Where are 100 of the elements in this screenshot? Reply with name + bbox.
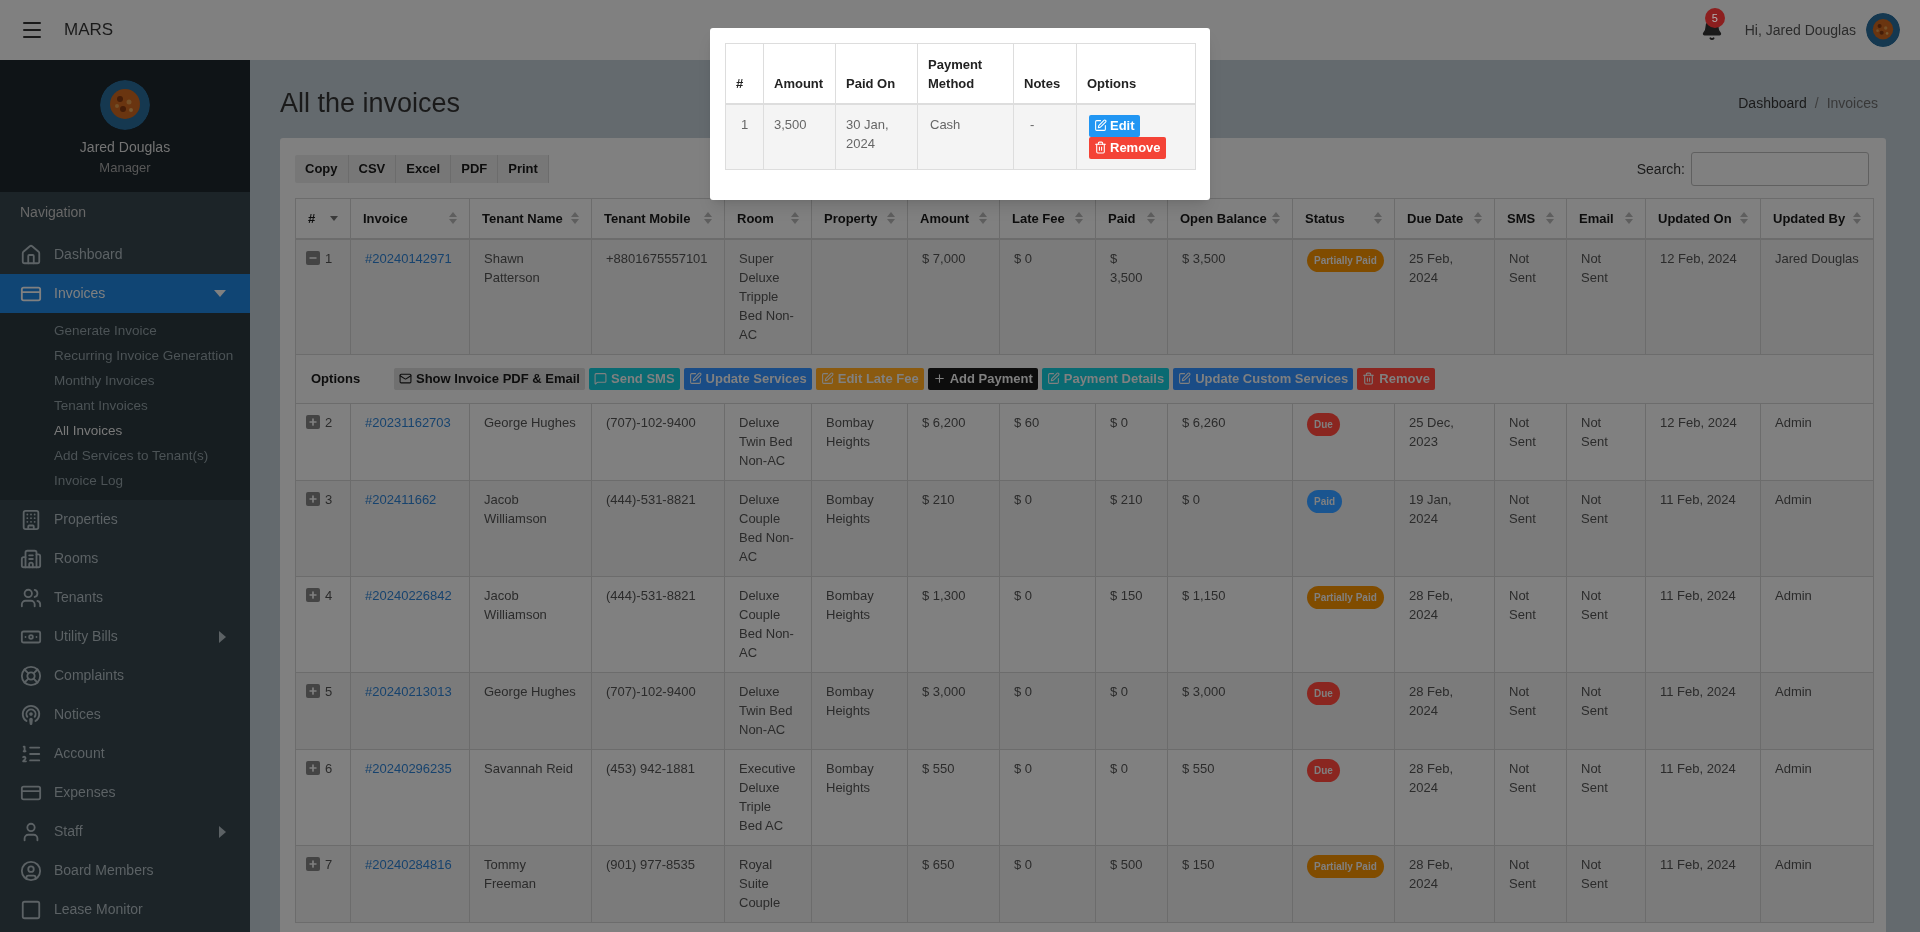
updated-by: Admin — [1775, 683, 1812, 699]
sidebar-item[interactable]: Complaints — [0, 656, 250, 695]
row-toggle-button[interactable] — [306, 684, 320, 698]
column-header[interactable]: Status — [1292, 198, 1395, 239]
action-button[interactable]: Update Services — [683, 367, 812, 390]
sms-status: Not Sent — [1509, 491, 1536, 526]
row-toggle-button[interactable] — [306, 857, 320, 871]
email-status: Not Sent — [1581, 414, 1608, 449]
updated-by: Admin — [1775, 760, 1812, 776]
building-icon — [20, 508, 42, 531]
status-badge: Paid — [1307, 489, 1343, 513]
sidebar-item[interactable]: Lease Monitor — [0, 890, 250, 929]
column-header[interactable]: # — [295, 198, 351, 239]
export-button[interactable]: CSV — [348, 155, 397, 183]
updated-by: Admin — [1775, 587, 1812, 603]
edit-icon — [1046, 372, 1060, 385]
updated-on: 12 Feb, 2024 — [1660, 250, 1737, 266]
invoice-link[interactable]: #20231162703 — [365, 414, 451, 430]
row-number: 3 — [325, 490, 333, 509]
invoice-link[interactable]: #20240226842 — [365, 587, 452, 603]
sidebar-item[interactable]: Expenses — [0, 773, 250, 812]
chat-icon — [594, 372, 607, 385]
export-button[interactable]: PDF — [451, 155, 499, 183]
row-number: 7 — [325, 855, 333, 874]
updated-on: 11 Feb, 2024 — [1660, 491, 1736, 507]
options-label: Options — [311, 370, 362, 388]
invoice-link[interactable]: #20240142971 — [365, 250, 452, 266]
plus-icon — [932, 372, 946, 385]
sms-status: Not Sent — [1509, 587, 1536, 622]
invoice-link[interactable]: #202411662 — [365, 491, 437, 507]
late-fee: $ 0 — [1014, 760, 1033, 776]
late-fee: $ 0 — [1014, 683, 1033, 699]
table-cell: - — [1013, 103, 1077, 170]
room-name: Deluxe Twin Bed Non-AC — [739, 683, 793, 737]
sidebar-item[interactable]: Board Members — [0, 851, 250, 890]
action-button[interactable]: Add Payment — [927, 367, 1038, 390]
invoice-link[interactable]: #20240213013 — [365, 683, 452, 699]
row-toggle-button[interactable] — [306, 588, 320, 602]
row-toggle-button[interactable] — [306, 492, 320, 506]
edit-icon — [1178, 372, 1192, 385]
property-name: Bombay Heights — [826, 491, 874, 526]
submenu-item[interactable]: All Invoices — [0, 419, 250, 444]
column-header[interactable]: Invoice — [350, 198, 470, 239]
row-toggle-button[interactable] — [306, 761, 320, 775]
email-status: Not Sent — [1581, 760, 1608, 795]
export-button[interactable]: Print — [498, 155, 549, 183]
status-badge: Partially Paid — [1307, 248, 1384, 272]
paid-amount: $ 0 — [1110, 683, 1129, 699]
action-button[interactable]: Edit Late Fee — [815, 367, 924, 390]
action-button[interactable]: Update Custom Services — [1173, 367, 1354, 390]
column-header[interactable]: Tenant Name — [469, 198, 592, 239]
invoice-link[interactable]: #20240296235 — [365, 760, 452, 776]
sidebar-item[interactable]: Invoices — [0, 274, 250, 313]
sidebar-item[interactable]: Rooms — [0, 539, 250, 578]
sms-status: Not Sent — [1509, 414, 1536, 449]
tenant-mobile: (444)-531-8821 — [606, 587, 696, 603]
room-name: Deluxe Couple Bed Non-AC — [739, 587, 794, 660]
row-toggle-button[interactable] — [306, 251, 320, 265]
column-header[interactable]: Updated On — [1645, 198, 1761, 239]
paid-amount: $ 150 — [1110, 587, 1143, 603]
sidebar-item[interactable]: Staff — [0, 812, 250, 851]
nav-section-title: Navigation — [19, 203, 88, 222]
action-button[interactable]: Remove — [1357, 367, 1435, 390]
remove-button[interactable]: Remove — [1089, 136, 1166, 159]
column-header[interactable]: Updated By — [1760, 198, 1874, 239]
edit-button[interactable]: Edit — [1089, 114, 1140, 137]
column-header[interactable]: SMS — [1494, 198, 1567, 239]
tenant-name: Shawn Patterson — [484, 250, 540, 285]
sidebar-item[interactable]: Notices — [0, 695, 250, 734]
sidebar-item[interactable]: Tenants — [0, 578, 250, 617]
column-header[interactable]: Due Date — [1394, 198, 1495, 239]
edit-icon — [820, 372, 834, 385]
column-header: Payment Method — [917, 43, 1014, 104]
amount: $ 550 — [922, 760, 955, 776]
row-toggle-button[interactable] — [306, 415, 320, 429]
status-badge: Due — [1307, 758, 1340, 782]
sidebar-item[interactable]: Utility Bills — [0, 617, 250, 656]
sidebar-item[interactable]: Properties — [0, 500, 250, 539]
invoice-link[interactable]: #20240284816 — [365, 856, 452, 872]
open-balance: $ 1,150 — [1182, 587, 1226, 603]
search-label: Search: — [1636, 159, 1685, 179]
breadcrumb-link[interactable]: Dashboard — [1738, 92, 1807, 114]
updated-on: 11 Feb, 2024 — [1660, 856, 1736, 872]
action-button[interactable]: Show Invoice PDF & Email — [394, 367, 585, 390]
status-badge: Due — [1307, 681, 1340, 705]
action-button[interactable]: Send SMS — [589, 367, 680, 390]
search-field[interactable] — [1691, 152, 1869, 186]
plus-icon — [308, 590, 318, 600]
user-circle-icon — [20, 859, 42, 882]
column-header: Options — [1076, 43, 1196, 104]
export-button[interactable]: Excel — [396, 155, 452, 183]
column-header[interactable]: Email — [1566, 198, 1646, 239]
sidebar-item[interactable]: Account — [0, 734, 250, 773]
sidebar-item[interactable]: Dashboard — [0, 235, 250, 274]
row-number: 5 — [325, 682, 333, 701]
user-role: Manager — [99, 159, 151, 177]
open-balance: $ 150 — [1182, 856, 1215, 872]
action-button[interactable]: Payment Details — [1041, 367, 1170, 390]
users-icon — [20, 586, 42, 609]
export-button[interactable]: Copy — [295, 155, 349, 183]
